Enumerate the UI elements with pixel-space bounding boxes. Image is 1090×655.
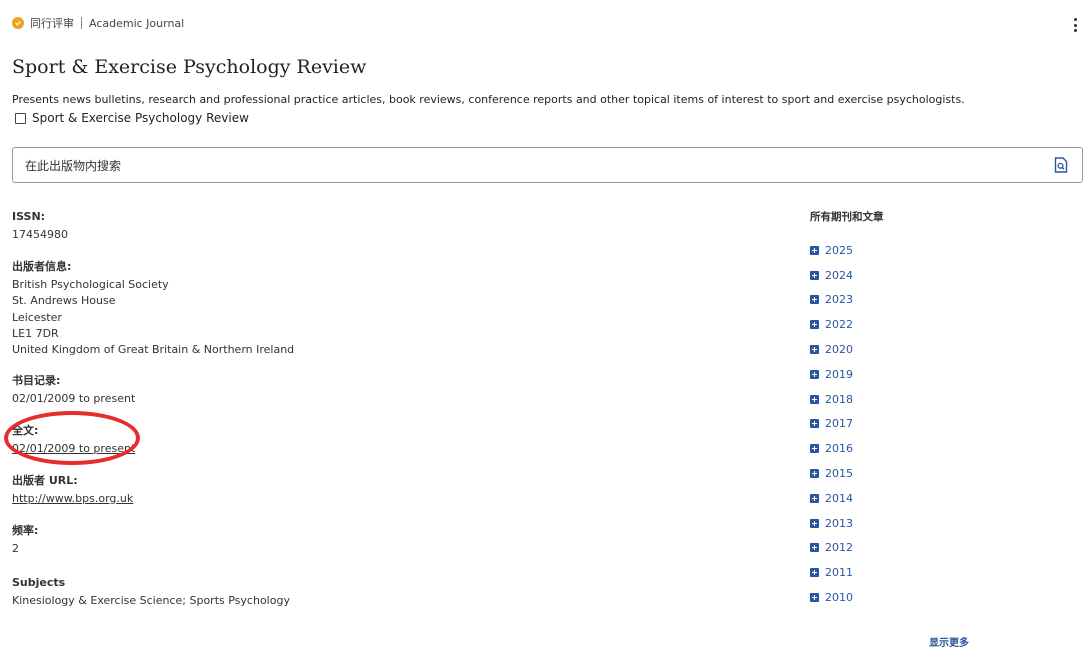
year-label[interactable]: 2012 [825, 541, 853, 554]
year-label[interactable]: 2025 [825, 244, 853, 257]
publication-checkbox-label: Sport & Exercise Psychology Review [32, 111, 249, 125]
publisher-url-link[interactable]: http://www.bps.org.uk [12, 491, 712, 507]
year-label[interactable]: 2024 [825, 269, 853, 282]
full-text-field: 全文: 02/01/2009 to present [12, 424, 712, 457]
separator [81, 17, 82, 29]
publication-type-label: Academic Journal [89, 16, 185, 30]
year-label[interactable]: 2019 [825, 368, 853, 381]
expand-plus-icon[interactable] [810, 369, 819, 379]
year-item-2022[interactable]: 2022 [810, 312, 1060, 337]
year-list: 2025 2024 2023 2022 2020 2019 2018 2017 … [810, 238, 1060, 610]
year-item-2023[interactable]: 2023 [810, 288, 1060, 313]
year-label[interactable]: 2017 [825, 417, 853, 430]
year-item-2012[interactable]: 2012 [810, 536, 1060, 561]
publisher-line: LE1 7DR [12, 326, 59, 340]
subjects-field: Subjects Kinesiology & Exercise Science;… [12, 576, 712, 609]
expand-plus-icon[interactable] [810, 518, 819, 528]
year-item-2020[interactable]: 2020 [810, 337, 1060, 362]
publisher-line: British Psychological Society [12, 278, 169, 291]
frequency-field: 频率: 2 [12, 524, 712, 557]
year-label[interactable]: 2013 [825, 517, 853, 530]
year-item-2024[interactable]: 2024 [810, 263, 1060, 288]
issn-field: ISSN: 17454980 [12, 210, 712, 243]
year-label[interactable]: 2020 [825, 343, 853, 356]
year-item-2025[interactable]: 2025 [810, 238, 1060, 263]
frequency-label: 频率: [12, 524, 39, 537]
search-within-publication-input[interactable]: 在此出版物内搜索 [12, 147, 1083, 183]
year-item-2015[interactable]: 2015 [810, 461, 1060, 486]
issn-value: 17454980 [12, 228, 68, 241]
year-label[interactable]: 2014 [825, 492, 853, 505]
checkbox-square[interactable] [15, 112, 26, 124]
year-item-2010[interactable]: 2010 [810, 585, 1060, 610]
subjects-value: Kinesiology & Exercise Science; Sports P… [12, 594, 290, 607]
expand-plus-icon[interactable] [810, 543, 819, 553]
expand-plus-icon[interactable] [810, 270, 819, 280]
year-label[interactable]: 2023 [825, 293, 853, 306]
bibliographic-records-label: 书目记录: [12, 374, 61, 387]
expand-plus-icon[interactable] [810, 295, 819, 305]
year-item-2013[interactable]: 2013 [810, 511, 1060, 536]
year-label[interactable]: 2011 [825, 566, 853, 579]
issn-label: ISSN: [12, 210, 46, 223]
year-item-2019[interactable]: 2019 [810, 362, 1060, 387]
year-item-2017[interactable]: 2017 [810, 412, 1060, 437]
year-item-2011[interactable]: 2011 [810, 560, 1060, 585]
year-label[interactable]: 2018 [825, 393, 853, 406]
year-label[interactable]: 2015 [825, 467, 853, 480]
bibliographic-records-field: 书目记录: 02/01/2009 to present [12, 374, 712, 407]
year-label[interactable]: 2016 [825, 442, 853, 455]
publisher-url-label: 出版者 URL: [12, 474, 78, 487]
expand-plus-icon[interactable] [810, 493, 819, 503]
expand-plus-icon[interactable] [810, 345, 819, 355]
year-item-2014[interactable]: 2014 [810, 486, 1060, 511]
expand-plus-icon[interactable] [810, 444, 819, 454]
publisher-line: Leicester [12, 310, 62, 324]
expand-plus-icon[interactable] [810, 419, 819, 429]
more-options-icon[interactable] [1072, 18, 1078, 32]
peer-reviewed-check-icon [12, 17, 24, 29]
peer-reviewed-label: 同行评审 [30, 17, 74, 30]
subjects-label: Subjects [12, 576, 66, 589]
publisher-field: 出版者信息: British Psychological Society St.… [12, 260, 712, 358]
publisher-line: United Kingdom of Great Britain & Northe… [12, 343, 295, 357]
publication-type-bar: 同行评审 Academic Journal [12, 15, 184, 31]
search-placeholder: 在此出版物内搜索 [25, 158, 122, 173]
all-issues-title: 所有期刊和文章 [810, 211, 884, 223]
publication-checkbox[interactable]: Sport & Exercise Psychology Review [15, 111, 249, 125]
expand-plus-icon[interactable] [810, 394, 819, 404]
bibliographic-records-value: 02/01/2009 to present [12, 392, 136, 405]
search-document-icon[interactable] [1054, 157, 1068, 173]
year-item-2018[interactable]: 2018 [810, 387, 1060, 412]
publication-description: Presents news bulletins, research and pr… [12, 93, 965, 106]
expand-plus-icon[interactable] [810, 245, 819, 255]
publication-title: Sport & Exercise Psychology Review [12, 56, 367, 78]
expand-plus-icon[interactable] [810, 568, 819, 578]
full-text-label: 全文: [12, 424, 39, 437]
year-label[interactable]: 2022 [825, 318, 853, 331]
all-issues-panel: 所有期刊和文章 2025 2024 2023 2022 2020 2019 20… [810, 209, 1060, 610]
publisher-url-field: 出版者 URL: http://www.bps.org.uk [12, 474, 712, 507]
publisher-line: St. Andrews House [12, 294, 116, 308]
year-item-2016[interactable]: 2016 [810, 436, 1060, 461]
expand-plus-icon[interactable] [810, 469, 819, 479]
full-text-link[interactable]: 02/01/2009 to present [12, 441, 712, 457]
expand-plus-icon[interactable] [810, 320, 819, 330]
show-more-link[interactable]: 显示更多 [929, 634, 969, 649]
expand-plus-icon[interactable] [810, 593, 819, 603]
publisher-label: 出版者信息: [12, 260, 72, 273]
year-label[interactable]: 2010 [825, 591, 853, 604]
frequency-value: 2 [12, 542, 19, 555]
